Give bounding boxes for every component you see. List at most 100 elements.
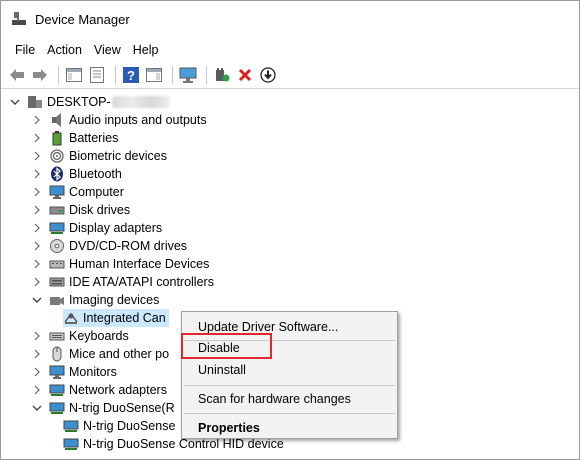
toolbar-separator [115, 65, 116, 84]
chevron-down-icon[interactable] [31, 294, 43, 306]
tree-item-mice[interactable]: Mice and other po [31, 345, 169, 363]
tree-item-keyboards[interactable]: Keyboards [31, 327, 129, 345]
tree-item-label: N-trig DuoSense(R [69, 401, 175, 415]
tree-item-ntrig-child-1[interactable]: N-trig DuoSense [63, 417, 175, 435]
tree-item-label: Network adapters [69, 383, 167, 397]
context-uninstall[interactable]: Uninstall [198, 361, 246, 379]
tree-item-ide[interactable]: IDE ATA/ATAPI controllers [31, 273, 214, 291]
tree-item-label: Mice and other po [69, 347, 170, 361]
menu-action[interactable]: Action [41, 40, 88, 60]
redacted-hostname [111, 96, 170, 108]
camera-icon [49, 292, 65, 308]
chevron-right-icon[interactable] [31, 150, 43, 162]
menu-file[interactable]: File [9, 40, 41, 60]
tree-item-display-adapters[interactable]: Display adapters [31, 219, 162, 237]
chevron-right-icon[interactable] [31, 168, 43, 180]
chevron-right-icon[interactable] [31, 222, 43, 234]
tree-root[interactable]: DESKTOP- [9, 93, 170, 111]
tree-item-label: DVD/CD-ROM drives [69, 239, 188, 253]
hid-device-icon [63, 436, 79, 452]
dvd-icon [49, 238, 65, 254]
tree-item-label: Bluetooth [69, 167, 122, 181]
tree-item-label: Monitors [69, 365, 117, 379]
hid-keyboard-icon [49, 256, 65, 272]
toolbar-separator [172, 65, 173, 84]
tree-item-bluetooth[interactable]: Bluetooth [31, 165, 122, 183]
tree-item-label: Display adapters [69, 221, 163, 235]
monitor-icon[interactable] [178, 65, 198, 85]
menu-view[interactable]: View [88, 40, 127, 60]
hid-device-icon [49, 400, 65, 416]
tree-item-hid[interactable]: Human Interface Devices [31, 255, 209, 273]
battery-icon [49, 130, 65, 146]
tree-item-imaging[interactable]: Imaging devices [31, 291, 159, 309]
tree-item-computer[interactable]: Computer [31, 183, 124, 201]
tree-item-label: N-trig DuoSense [83, 419, 176, 433]
device-manager-icon [12, 12, 26, 25]
chevron-right-icon[interactable] [31, 114, 43, 126]
tree-item-disk-drives[interactable]: Disk drives [31, 201, 130, 219]
menu-help[interactable]: Help [127, 40, 165, 60]
tree-item-batteries[interactable]: Batteries [31, 129, 118, 147]
tree-item-label: Computer [69, 185, 124, 199]
tree-item-network[interactable]: Network adapters [31, 381, 167, 399]
tree-item-dvd[interactable]: DVD/CD-ROM drives [31, 237, 187, 255]
chevron-right-icon[interactable] [31, 384, 43, 396]
chevron-right-icon[interactable] [31, 186, 43, 198]
tree-item-label: Human Interface Devices [69, 257, 210, 271]
uninstall-x-icon[interactable] [235, 65, 255, 85]
tree-item-audio[interactable]: Audio inputs and outputs [31, 111, 207, 129]
webcam-icon [63, 310, 79, 326]
chevron-right-icon[interactable] [31, 204, 43, 216]
chevron-down-icon[interactable] [9, 96, 21, 108]
tree-item-monitors[interactable]: Monitors [31, 363, 117, 381]
context-separator [184, 385, 395, 386]
speaker-icon [49, 112, 65, 128]
svg-text:?: ? [127, 68, 135, 83]
help-icon[interactable]: ? [121, 65, 141, 85]
disk-drive-icon [49, 202, 65, 218]
chevron-right-icon[interactable] [31, 240, 43, 252]
show-hide-console-tree-icon[interactable] [64, 65, 84, 85]
context-scan-hardware[interactable]: Scan for hardware changes [198, 390, 351, 408]
chevron-right-icon[interactable] [31, 132, 43, 144]
disable-download-icon[interactable] [258, 65, 278, 85]
chevron-down-icon[interactable] [31, 402, 43, 414]
toolbar-separator [206, 65, 207, 84]
mouse-icon [49, 346, 65, 362]
update-driver-icon[interactable] [212, 65, 232, 85]
bluetooth-icon [49, 166, 65, 182]
chevron-right-icon[interactable] [31, 348, 43, 360]
context-properties[interactable]: Properties [198, 419, 260, 437]
hid-device-icon [63, 418, 79, 434]
chevron-right-icon[interactable] [31, 276, 43, 288]
forward-arrow-icon[interactable] [30, 65, 50, 85]
back-arrow-icon[interactable] [7, 65, 27, 85]
title-bar: Device Manager [1, 1, 579, 37]
tree-item-label: Batteries [69, 131, 119, 145]
tree-item-label: Integrated Can [83, 311, 166, 325]
chevron-right-icon[interactable] [31, 366, 43, 378]
context-menu: Update Driver Software... Disable Uninst… [181, 311, 398, 439]
display-adapter-icon [49, 220, 65, 236]
network-adapter-icon [49, 382, 65, 398]
tree-item-ntrig[interactable]: N-trig DuoSense(R [31, 399, 175, 417]
chevron-right-icon[interactable] [31, 330, 43, 342]
root-label: DESKTOP- [47, 95, 111, 109]
keyboard-icon [49, 328, 65, 344]
ide-controller-icon [49, 274, 65, 290]
toolbar: ? [1, 61, 579, 89]
computer-icon [27, 94, 43, 110]
chevron-right-icon[interactable] [31, 258, 43, 270]
properties-icon[interactable] [87, 65, 107, 85]
window-title: Device Manager [35, 11, 130, 27]
tree-item-label: Imaging devices [69, 293, 160, 307]
tree-item-label: Keyboards [69, 329, 129, 343]
monitor-icon [49, 364, 65, 380]
tree-item-integrated-camera[interactable]: Integrated Can [63, 309, 169, 327]
menu-bar: File Action View Help [1, 39, 579, 61]
device-manager-window: Device Manager File Action View Help ? D… [0, 0, 580, 460]
tree-item-biometric[interactable]: Biometric devices [31, 147, 167, 165]
action-pane-icon[interactable] [144, 65, 164, 85]
tree-item-label: Disk drives [69, 203, 131, 217]
